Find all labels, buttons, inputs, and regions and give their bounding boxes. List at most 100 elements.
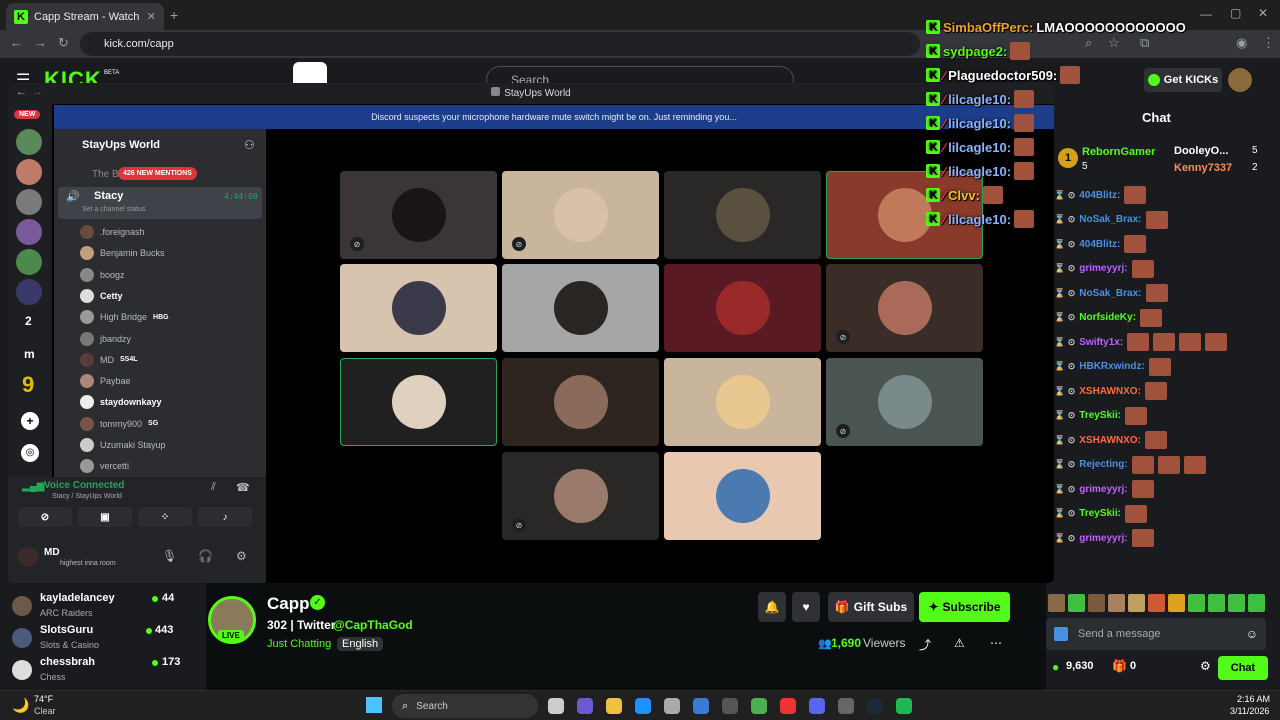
server-name[interactable]: StayUps World xyxy=(82,139,160,151)
taskbar-app-icon[interactable] xyxy=(606,698,622,714)
chat-message[interactable]: ⌛ ⊙ NoSak_Brax: xyxy=(1054,284,1168,302)
chat-username[interactable]: 404Blitz: xyxy=(1079,239,1120,250)
chat-input[interactable]: Send a message ☺ xyxy=(1046,618,1266,650)
emote-icon[interactable] xyxy=(1068,594,1085,612)
emote-icon[interactable] xyxy=(1088,594,1105,612)
add-server-icon[interactable]: + xyxy=(21,412,39,430)
discord-back-icon[interactable]: ← xyxy=(16,86,27,98)
video-tile[interactable] xyxy=(340,264,497,352)
channel-status[interactable]: Set a channel status xyxy=(82,206,145,213)
emote-icon[interactable] xyxy=(1248,594,1265,612)
chat-username[interactable]: HBKRxwindz: xyxy=(1079,361,1145,372)
weather-temp[interactable]: 74°F xyxy=(34,694,53,704)
activities-button[interactable]: ⁘ xyxy=(138,507,192,527)
channel-prev[interactable]: The B xyxy=(92,169,119,180)
url-field[interactable]: kick.com/capp xyxy=(80,32,920,56)
extensions-icon[interactable]: ⧉ xyxy=(1140,35,1149,51)
camera-button[interactable]: ⊘ xyxy=(18,507,72,527)
voice-channel-stacy[interactable]: 🔊 Stacy 4:44:00 Set a channel status xyxy=(58,187,262,219)
user-avatar[interactable] xyxy=(1228,68,1252,92)
server-icon[interactable] xyxy=(16,129,42,155)
video-tile[interactable]: ⊘ xyxy=(340,171,497,259)
clock-time[interactable]: 2:16 AM xyxy=(1237,694,1270,704)
report-icon[interactable]: ⚠ xyxy=(954,636,965,650)
gift-subs-button[interactable]: 🎁 Gift Subs xyxy=(828,592,914,622)
chat-message[interactable]: ⌛ ⊙ grimeyyrj: xyxy=(1054,529,1154,547)
taskbar-app-icon[interactable] xyxy=(548,698,564,714)
reload-icon[interactable]: ↻ xyxy=(58,35,69,51)
taskbar-app-icon[interactable] xyxy=(896,698,912,714)
more-icon[interactable]: ⋯ xyxy=(990,636,1002,650)
forward-icon[interactable]: → xyxy=(34,35,47,50)
video-tile[interactable] xyxy=(664,171,821,259)
taskbar-app-icon[interactable] xyxy=(838,698,854,714)
back-icon[interactable]: ← xyxy=(10,35,23,50)
disconnect-icon[interactable]: ☎ xyxy=(236,481,250,494)
chat-username[interactable]: grimeyyrj: xyxy=(1079,484,1127,495)
add-member-icon[interactable]: ⚇ xyxy=(244,138,255,152)
voice-member[interactable]: tommy900 SG xyxy=(80,415,260,433)
browser-tab[interactable]: K Capp Stream - Watch Live on Kick ✕ xyxy=(6,3,164,30)
server-icon[interactable] xyxy=(16,189,42,215)
voice-member[interactable]: boogz xyxy=(80,266,260,284)
chat-username[interactable]: Rejecting: xyxy=(1079,459,1127,470)
taskbar-app-icon[interactable] xyxy=(809,698,825,714)
voice-member[interactable]: High Bridge HBG xyxy=(80,308,260,326)
chat-username[interactable]: grimeyyrj: xyxy=(1079,533,1127,544)
soundboard-button[interactable]: ♪ xyxy=(198,507,252,527)
emote-icon[interactable] xyxy=(1188,594,1205,612)
voice-member[interactable]: staydownkayy xyxy=(80,393,260,411)
share-icon[interactable]: ⤴ xyxy=(919,636,931,653)
following-item[interactable]: SlotsGuru Slots & Casino 443 xyxy=(10,622,200,654)
video-tile[interactable] xyxy=(664,358,821,446)
chat-username[interactable]: NoSak_Brax: xyxy=(1079,288,1141,299)
taskbar-app-icon[interactable] xyxy=(722,698,738,714)
emote-icon[interactable] xyxy=(1128,594,1145,612)
streamer-name[interactable]: Capp xyxy=(267,594,310,614)
chat-username[interactable]: XSHAWNXO: xyxy=(1079,386,1141,397)
video-tile[interactable]: ⊘ xyxy=(502,452,659,540)
chat-message[interactable]: ⌛ ⊙ 404Blitz: xyxy=(1054,186,1147,204)
menu-icon[interactable]: ⋮ xyxy=(1262,35,1275,51)
chat-username[interactable]: Swifty1x: xyxy=(1079,337,1123,348)
user-settings-icon[interactable]: ⚙ xyxy=(236,549,247,563)
voice-member[interactable]: jbandzy xyxy=(80,330,260,348)
stream-category[interactable]: Just Chatting xyxy=(267,638,331,650)
taskbar-app-icon[interactable] xyxy=(693,698,709,714)
window-minimize-button[interactable]: — xyxy=(1200,7,1212,21)
voice-member[interactable]: MD SS4L xyxy=(80,351,260,369)
start-icon[interactable] xyxy=(366,697,382,713)
chat-message[interactable]: ⌛ ⊙ grimeyyrj: xyxy=(1054,480,1154,498)
chat-username[interactable]: 404Blitz: xyxy=(1079,190,1120,201)
video-tile[interactable]: ⊘ xyxy=(502,171,659,259)
voice-member[interactable]: Paybae xyxy=(80,372,260,390)
notification-bell-button[interactable]: 🔔 xyxy=(758,592,786,622)
close-tab-icon[interactable]: ✕ xyxy=(147,10,156,23)
settings-gear-icon[interactable]: ⚙ xyxy=(1200,659,1211,673)
chat-username[interactable]: XSHAWNXO: xyxy=(1079,435,1141,446)
window-close-button[interactable]: ✕ xyxy=(1258,6,1268,20)
server-label[interactable]: 2 xyxy=(25,314,32,328)
following-item[interactable]: kayladelancey ARC Raiders 44 xyxy=(10,590,200,622)
chat-message[interactable]: ⌛ ⊙ NorfsideKy: xyxy=(1054,308,1162,327)
get-kicks-button[interactable]: Get KICKs xyxy=(1144,68,1222,92)
video-tile[interactable] xyxy=(340,358,497,446)
explore-icon[interactable]: ◎ xyxy=(21,444,39,462)
video-tile[interactable]: ⊘ xyxy=(826,358,983,446)
voice-member[interactable]: vercetti xyxy=(80,457,260,475)
chat-username[interactable]: grimeyyrj: xyxy=(1079,263,1127,274)
voice-sub[interactable]: Stacy / StayUps World xyxy=(52,493,122,500)
microphone-icon[interactable]: 🎙 xyxy=(162,549,177,563)
voice-member[interactable]: Benjamin Bucks xyxy=(80,244,260,262)
stream-handle[interactable]: @CapThaGod xyxy=(333,618,413,632)
chat-message[interactable]: ⌛ ⊙ 404Blitz: xyxy=(1054,235,1147,253)
server-icon[interactable] xyxy=(16,279,42,305)
server-icon[interactable] xyxy=(16,249,42,275)
video-tile[interactable] xyxy=(664,264,821,352)
avatar[interactable] xyxy=(18,547,38,567)
chat-message[interactable]: ⌛ ⊙ HBKRxwindz: xyxy=(1054,357,1171,376)
language-tag[interactable]: English xyxy=(337,637,384,651)
chat-message[interactable]: ⌛ ⊙ TreySkii: xyxy=(1054,504,1147,523)
bookmark-star-icon[interactable]: ☆ xyxy=(1108,35,1120,51)
chat-message[interactable]: ⌛ ⊙ Rejecting: xyxy=(1054,455,1206,474)
